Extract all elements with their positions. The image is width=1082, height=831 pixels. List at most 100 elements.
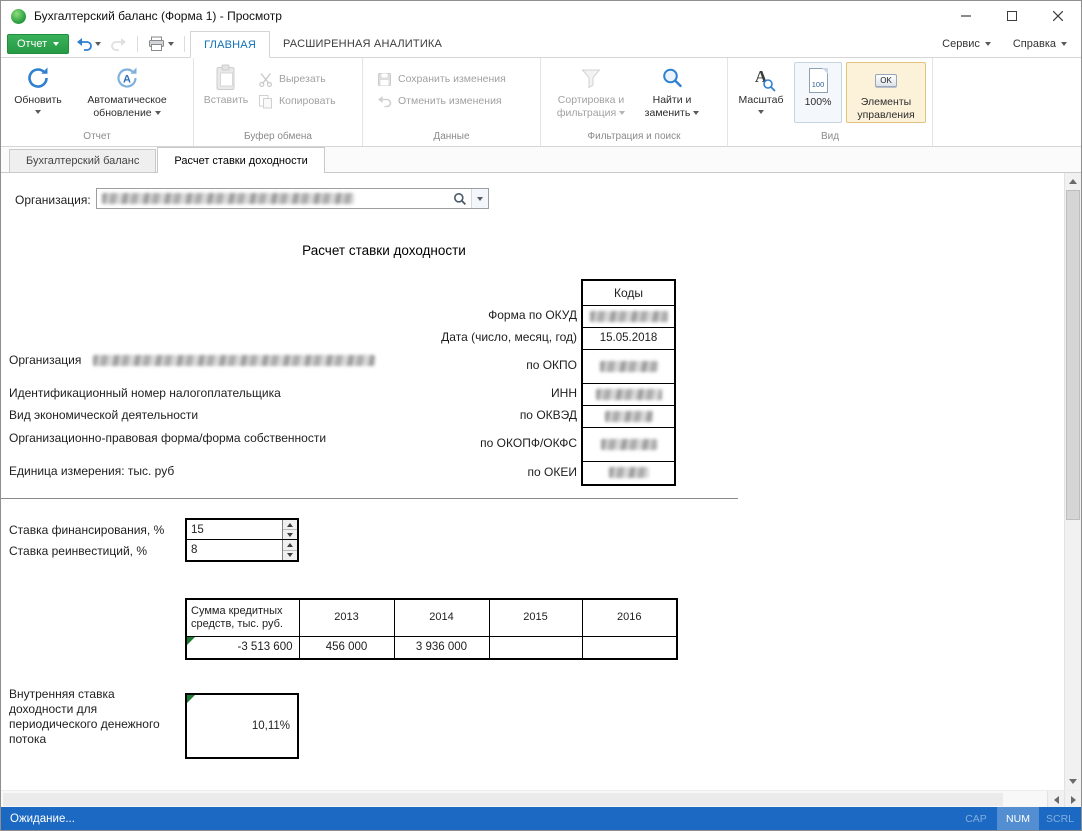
report-menu-label: Отчет	[17, 38, 47, 50]
search-icon[interactable]	[449, 192, 471, 206]
irr-value-box: 10,11%	[185, 693, 299, 759]
print-button[interactable]	[143, 33, 179, 55]
codes-row-okei	[582, 461, 675, 485]
credit-table-header-row: Сумма кредитных средств, тыс. руб. 2013 …	[186, 599, 677, 636]
reinvest-rate-spinner[interactable]: 8	[187, 540, 297, 560]
ribbon-group-clipboard: Вставить Вырезать Копировать Буфер обмен…	[194, 58, 363, 146]
unit-row-label: Единица измерения: тыс. руб	[9, 464, 174, 478]
reinvest-rate-value[interactable]: 8	[187, 540, 282, 560]
minimize-button[interactable]	[943, 1, 989, 31]
ok-button-icon: OK	[875, 65, 897, 95]
save-icon	[377, 72, 392, 87]
zoom-button[interactable]: A Масштаб	[733, 61, 789, 127]
inn-code-label: ИНН	[301, 386, 577, 400]
scroll-up-button[interactable]	[1065, 173, 1081, 190]
zoom-label: Масштаб	[739, 94, 784, 107]
zoom-100-button[interactable]: 100 100%	[794, 62, 842, 123]
codes-header-cell: Коды	[582, 280, 675, 305]
scroll-left-button[interactable]	[1047, 791, 1064, 807]
spin-down-button[interactable]	[283, 551, 297, 561]
doc-tab-balance[interactable]: Бухгалтерский баланс	[9, 149, 156, 172]
scroll-right-icon	[1071, 796, 1076, 804]
credit-table: Сумма кредитных средств, тыс. руб. 2013 …	[185, 598, 678, 660]
document-tabs: Бухгалтерский баланс Расчет ставки доход…	[1, 147, 1081, 173]
okved-code-label: по ОКВЭД	[301, 408, 577, 422]
okved-value-cell	[582, 405, 675, 427]
group-label-view: Вид	[728, 130, 932, 146]
horizontal-scroll-thumb[interactable]	[3, 793, 1003, 806]
chevron-down-icon	[35, 110, 41, 114]
auto-refresh-button[interactable]: A Автоматическое обновление	[70, 61, 184, 127]
codes-row-inn	[582, 383, 675, 405]
ribbon-group-report: Обновить A Автоматическое обновление Отч…	[1, 58, 194, 146]
window-title: Бухгалтерский баланс (Форма 1) - Просмот…	[34, 9, 282, 23]
help-menu[interactable]: Справка	[1013, 38, 1067, 50]
scroll-right-button[interactable]	[1064, 791, 1081, 807]
filter-icon	[579, 63, 603, 93]
organization-row-label: Организация	[9, 353, 81, 367]
right-menus: Сервис Справка	[942, 31, 1081, 57]
codes-row-okved	[582, 405, 675, 427]
redacted-value	[600, 361, 658, 372]
horizontal-scrollbar[interactable]	[1, 790, 1081, 807]
codes-row-okud	[582, 305, 675, 327]
separator	[137, 36, 138, 52]
tab-advanced-analytics[interactable]: РАСШИРЕННАЯ АНАЛИТИКА	[270, 31, 455, 57]
num-lock-indicator: NUM	[997, 807, 1039, 830]
page-100-icon: 100	[809, 65, 828, 95]
scroll-down-button[interactable]	[1065, 773, 1081, 790]
separator	[184, 36, 185, 52]
group-label-clipboard: Буфер обмена	[194, 130, 362, 146]
copy-icon	[258, 94, 273, 109]
codes-row-date: 15.05.2018	[582, 327, 675, 349]
maximize-button[interactable]	[989, 1, 1035, 31]
save-changes-button: Сохранить изменения	[372, 69, 511, 89]
organization-value-redacted	[102, 193, 354, 204]
tab-home[interactable]: ГЛАВНАЯ	[190, 31, 270, 58]
scroll-down-icon	[1069, 779, 1077, 784]
doc-tab-rate-calc[interactable]: Расчет ставки доходности	[157, 147, 324, 173]
chevron-down-icon	[155, 111, 161, 115]
credit-header-sum: Сумма кредитных средств, тыс. руб.	[186, 599, 299, 636]
organization-label: Организация:	[15, 193, 91, 207]
codes-header-row: Коды	[582, 280, 675, 305]
chevron-down-icon[interactable]	[471, 189, 488, 208]
organization-combobox[interactable]	[96, 188, 489, 209]
chevron-down-icon	[95, 42, 101, 46]
undo-button[interactable]	[71, 33, 106, 55]
save-changes-label: Сохранить изменения	[398, 73, 506, 85]
zoom-100-label: 100%	[805, 96, 832, 109]
find-replace-button[interactable]: Найти и заменить	[636, 61, 708, 127]
credit-table-value-row: -3 513 600 456 000 3 936 000	[186, 636, 677, 659]
auto-refresh-icon: A	[114, 63, 140, 93]
ribbon-group-filter-search: Сортировка и фильтрация Найти и заменить…	[541, 58, 728, 146]
okei-value-cell	[582, 461, 675, 485]
close-button[interactable]	[1035, 1, 1081, 31]
credit-value-2015	[489, 636, 582, 659]
date-value-cell: 15.05.2018	[582, 327, 675, 349]
cut-icon	[258, 72, 273, 87]
vertical-scrollbar[interactable]	[1064, 173, 1081, 790]
ribbon-group-data: Сохранить изменения Отменить изменения Д…	[363, 58, 541, 146]
finance-rate-spinner[interactable]: 15	[187, 520, 297, 540]
spin-up-button[interactable]	[283, 540, 297, 551]
cancel-changes-button: Отменить изменения	[372, 91, 511, 111]
report-menu-button[interactable]: Отчет	[7, 34, 69, 54]
finance-rate-value[interactable]: 15	[187, 520, 282, 539]
vertical-scroll-thumb[interactable]	[1066, 190, 1080, 520]
paste-icon	[214, 63, 238, 93]
spin-up-icon	[287, 523, 293, 527]
chevron-down-icon	[168, 42, 174, 46]
spin-up-button[interactable]	[283, 520, 297, 530]
spin-down-button[interactable]	[283, 530, 297, 539]
credit-value-sum: -3 513 600	[186, 636, 299, 659]
refresh-button[interactable]: Обновить	[6, 61, 70, 127]
finance-rate-label: Ставка финансирования, %	[9, 523, 164, 537]
controls-toggle-button[interactable]: OK Элементы управления	[846, 62, 926, 123]
scroll-up-icon	[1069, 179, 1077, 184]
credit-value-2013: 456 000	[299, 636, 394, 659]
okopf-value-cell	[582, 427, 675, 461]
okpo-value-cell	[582, 349, 675, 383]
report-preview: Организация: Расчет ставки доходности Ко…	[1, 173, 1081, 807]
service-menu[interactable]: Сервис	[942, 38, 991, 50]
